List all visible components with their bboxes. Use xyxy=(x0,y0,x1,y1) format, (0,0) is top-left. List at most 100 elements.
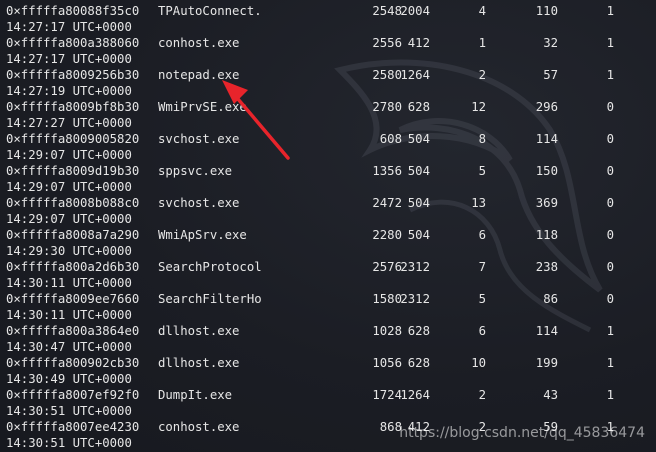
process-name: dllhost.exe xyxy=(158,356,240,370)
process-session: 0 xyxy=(606,132,614,146)
process-row[interactable]: 0×fffffa8007ef92f0 DumpIt.exe 1724 1264 2 43 1… xyxy=(0,387,656,419)
process-name: conhost.exe xyxy=(158,420,240,434)
process-session: 1 xyxy=(606,36,614,50)
process-handles: 114 xyxy=(535,132,558,146)
process-session: 0 xyxy=(606,228,614,242)
process-row[interactable]: 0×fffffa800a3864e0 dllhost.exe 1028 628 6 114… xyxy=(0,323,656,355)
process-ppid: 504 xyxy=(407,164,430,178)
process-row-main: 0×fffffa800a2d6b30 SearchProtocol 2576 2312… xyxy=(0,259,656,275)
process-handles: 199 xyxy=(535,356,558,370)
process-row[interactable]: 0×fffffa8009256b30 notepad.exe 2580 1264 2 57… xyxy=(0,67,656,99)
process-offset: 0×fffffa800a2d6b30 xyxy=(6,260,140,274)
process-row[interactable]: 0×fffffa800a388060 conhost.exe 2556 412 1 32 1… xyxy=(0,35,656,67)
process-row[interactable]: 0×fffffa8008b088c0 svchost.exe 2472 504 13 36… xyxy=(0,195,656,227)
process-row[interactable]: 0×fffffa8009005820 svchost.exe 608 504 8 114 0… xyxy=(0,131,656,163)
process-threads: 7 xyxy=(478,260,486,274)
process-start-time: 14:27:27 UTC+0000 xyxy=(6,116,132,130)
process-offset: 0×fffffa8009bf8b30 xyxy=(6,100,140,114)
process-row-main: 0×fffffa8008b088c0 svchost.exe 2472 504 13 36… xyxy=(0,195,656,211)
process-pid: 1356 xyxy=(372,164,402,178)
process-ppid: 2312 xyxy=(400,292,430,306)
process-row-main: 0×fffffa800a3864e0 dllhost.exe 1028 628 6 114… xyxy=(0,323,656,339)
process-row[interactable]: 0×fffffa8009ee7660 SearchFilterHo 1580 2312… xyxy=(0,291,656,323)
process-offset: 0×fffffa8009d19b30 xyxy=(6,164,140,178)
process-offset: 0×fffffa8009256b30 xyxy=(6,68,140,82)
process-offset: 0×fffffa800a3864e0 xyxy=(6,324,140,338)
process-ppid: 504 xyxy=(407,196,430,210)
process-name: TPAutoConnect. xyxy=(158,4,262,18)
process-name: conhost.exe xyxy=(158,36,240,50)
process-pid: 2472 xyxy=(372,196,402,210)
process-row-main: 0×fffffa8009d19b30 sppsvc.exe 1356 504 5 150 0 xyxy=(0,163,656,179)
process-row[interactable]: 0×fffffa8008a7a290 WmiApSrv.exe 2280 504 6 11… xyxy=(0,227,656,259)
process-session: 0 xyxy=(606,292,614,306)
process-row[interactable]: 0×fffffa800902cb30 dllhost.exe 1056 628 10 19… xyxy=(0,355,656,387)
process-handles: 32 xyxy=(543,36,558,50)
process-offset: 0×fffffa8007ee4230 xyxy=(6,420,140,434)
process-start-time: 14:27:17 UTC+0000 xyxy=(6,20,132,34)
process-row-main: 0×fffffa800a388060 conhost.exe 2556 412 1 32 1 xyxy=(0,35,656,51)
process-ppid: 628 xyxy=(407,356,430,370)
process-handles: 86 xyxy=(543,292,558,306)
terminal-window[interactable]: 0×fffffa80088f35c0 TPAutoConnect. 2548 2004… xyxy=(0,0,656,452)
process-row[interactable]: 0×fffffa8009d19b30 sppsvc.exe 1356 504 5 150 0… xyxy=(0,163,656,195)
process-row[interactable]: 0×fffffa8009bf8b30 WmiPrvSE.exe 2780 628 12 2… xyxy=(0,99,656,131)
process-pid: 608 xyxy=(379,132,402,146)
csdn-watermark: https://blog.csdn.net/qq_45836474 xyxy=(399,425,645,441)
process-threads: 10 xyxy=(471,356,486,370)
process-name: dllhost.exe xyxy=(158,324,240,338)
process-ppid: 628 xyxy=(407,100,430,114)
process-ppid: 628 xyxy=(407,324,430,338)
process-ppid: 504 xyxy=(407,228,430,242)
process-threads: 2 xyxy=(478,388,486,402)
process-threads: 1 xyxy=(478,36,486,50)
process-threads: 6 xyxy=(478,324,486,338)
process-start-time: 14:29:07 UTC+0000 xyxy=(6,212,132,226)
process-handles: 110 xyxy=(535,4,558,18)
process-name: WmiApSrv.exe xyxy=(158,228,247,242)
process-pid: 1028 xyxy=(372,324,402,338)
process-offset: 0×fffffa8009ee7660 xyxy=(6,292,140,306)
process-name: SearchFilterHo xyxy=(158,292,262,306)
process-session: 0 xyxy=(606,100,614,114)
process-name: DumpIt.exe xyxy=(158,388,233,402)
process-row[interactable]: 0×fffffa800a2d6b30 SearchProtocol 2576 2312… xyxy=(0,259,656,291)
process-row-main: 0×fffffa8008a7a290 WmiApSrv.exe 2280 504 6 11… xyxy=(0,227,656,243)
process-pid: 2548 xyxy=(372,4,402,18)
process-row-main: 0×fffffa80088f35c0 TPAutoConnect. 2548 2004… xyxy=(0,3,656,19)
process-threads: 5 xyxy=(478,292,486,306)
process-row-main: 0×fffffa8009ee7660 SearchFilterHo 1580 2312… xyxy=(0,291,656,307)
process-row-main: 0×fffffa8009005820 svchost.exe 608 504 8 114 0 xyxy=(0,131,656,147)
process-handles: 150 xyxy=(535,164,558,178)
process-start-time: 14:27:17 UTC+0000 xyxy=(6,52,132,66)
process-session: 1 xyxy=(606,356,614,370)
process-threads: 13 xyxy=(471,196,486,210)
process-handles: 118 xyxy=(535,228,558,242)
process-pid: 1580 xyxy=(372,292,402,306)
process-threads: 8 xyxy=(478,132,486,146)
process-row-main: 0×fffffa8009bf8b30 WmiPrvSE.exe 2780 628 12 2… xyxy=(0,99,656,115)
process-name: svchost.exe xyxy=(158,196,240,210)
process-session: 0 xyxy=(606,196,614,210)
process-name: sppsvc.exe xyxy=(158,164,233,178)
process-pid: 2576 xyxy=(372,260,402,274)
process-row-main: 0×fffffa800902cb30 dllhost.exe 1056 628 10 19… xyxy=(0,355,656,371)
process-row-main: 0×fffffa8009256b30 notepad.exe 2580 1264 2 57… xyxy=(0,67,656,83)
process-session: 1 xyxy=(606,4,614,18)
process-offset: 0×fffffa800a388060 xyxy=(6,36,140,50)
process-start-time: 14:30:49 UTC+0000 xyxy=(6,372,132,386)
process-session: 1 xyxy=(606,68,614,82)
process-pid: 2280 xyxy=(372,228,402,242)
process-start-time: 14:30:51 UTC+0000 xyxy=(6,436,132,450)
process-pid: 1724 xyxy=(372,388,402,402)
process-session: 0 xyxy=(606,260,614,274)
process-name: SearchProtocol xyxy=(158,260,262,274)
process-handles: 43 xyxy=(543,388,558,402)
process-row-main: 0×fffffa8007ef92f0 DumpIt.exe 1724 1264 2 43 1 xyxy=(0,387,656,403)
process-start-time: 14:29:30 UTC+0000 xyxy=(6,244,132,258)
process-offset: 0×fffffa8008a7a290 xyxy=(6,228,140,242)
process-handles: 238 xyxy=(535,260,558,274)
process-start-time: 14:30:11 UTC+0000 xyxy=(6,308,132,322)
process-row[interactable]: 0×fffffa80088f35c0 TPAutoConnect. 2548 2004… xyxy=(0,3,656,35)
process-pid: 2580 xyxy=(372,68,402,82)
